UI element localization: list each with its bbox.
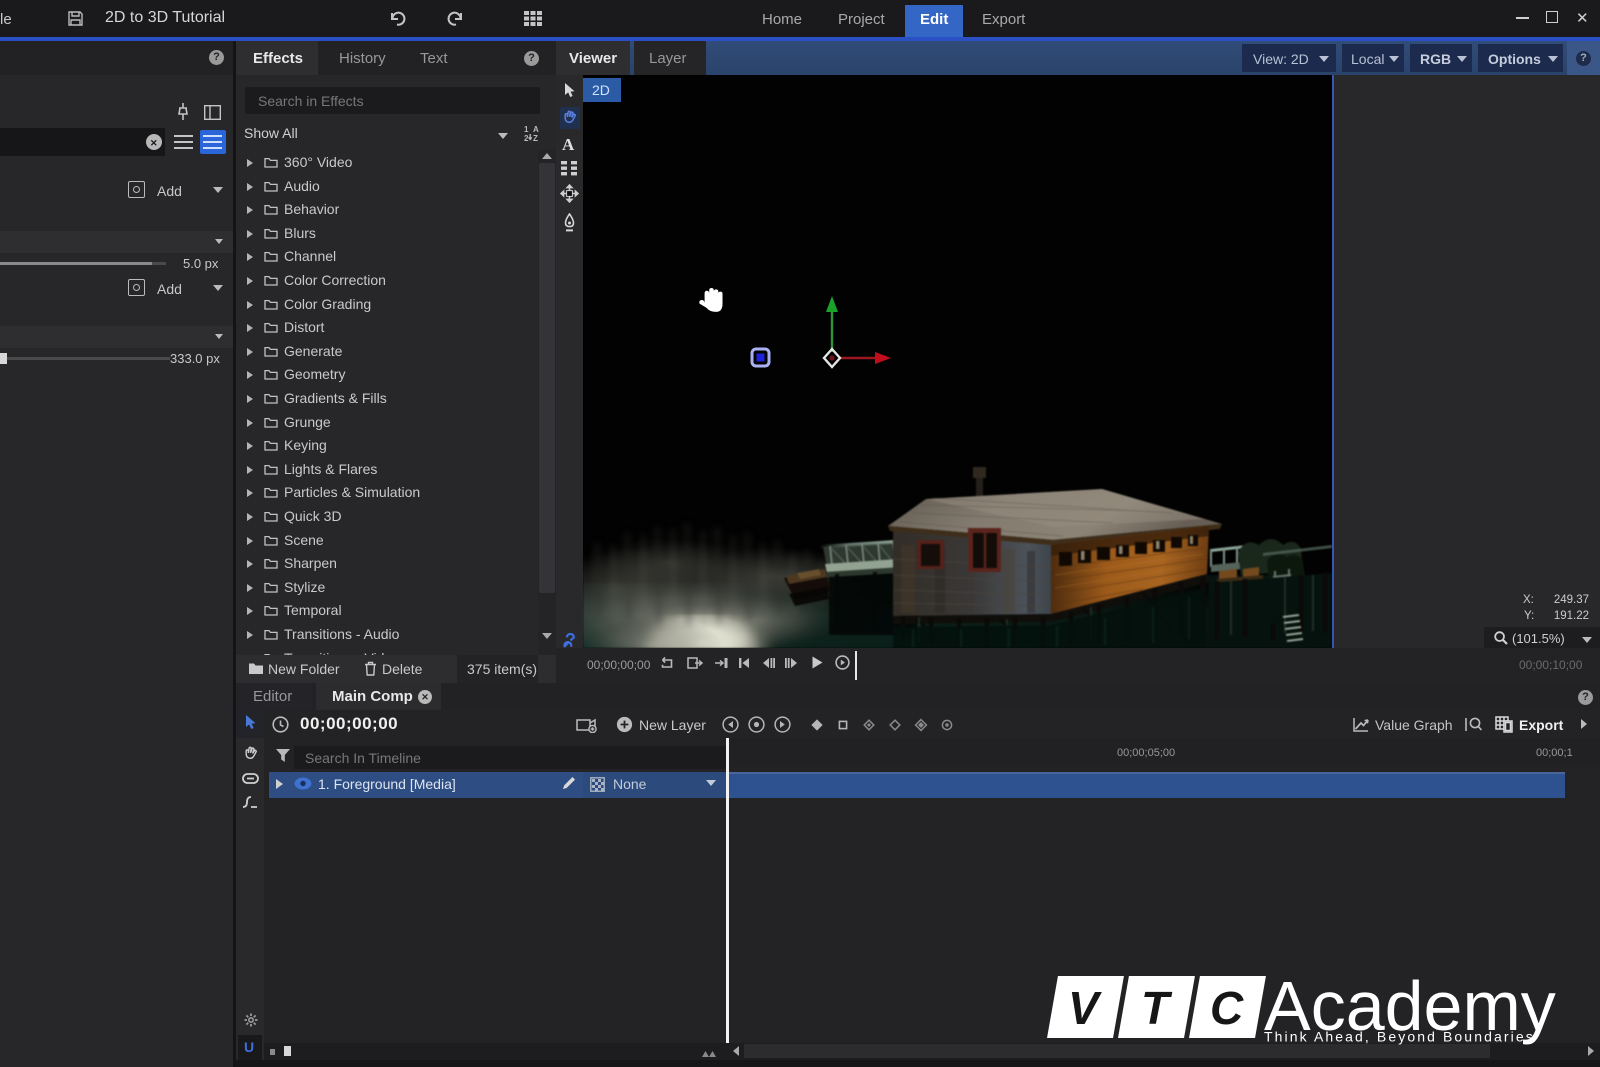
svg-text:A: A [533,125,539,134]
svg-text:V: V [1068,982,1102,1034]
svg-text:1: 1 [524,125,529,134]
svg-text:Think Ahead, Beyond Boundaries: Think Ahead, Beyond Boundaries [1264,1029,1535,1045]
svg-text:Z: Z [533,134,538,142]
svg-text:C: C [1210,982,1244,1034]
svg-text:T: T [1141,982,1173,1034]
